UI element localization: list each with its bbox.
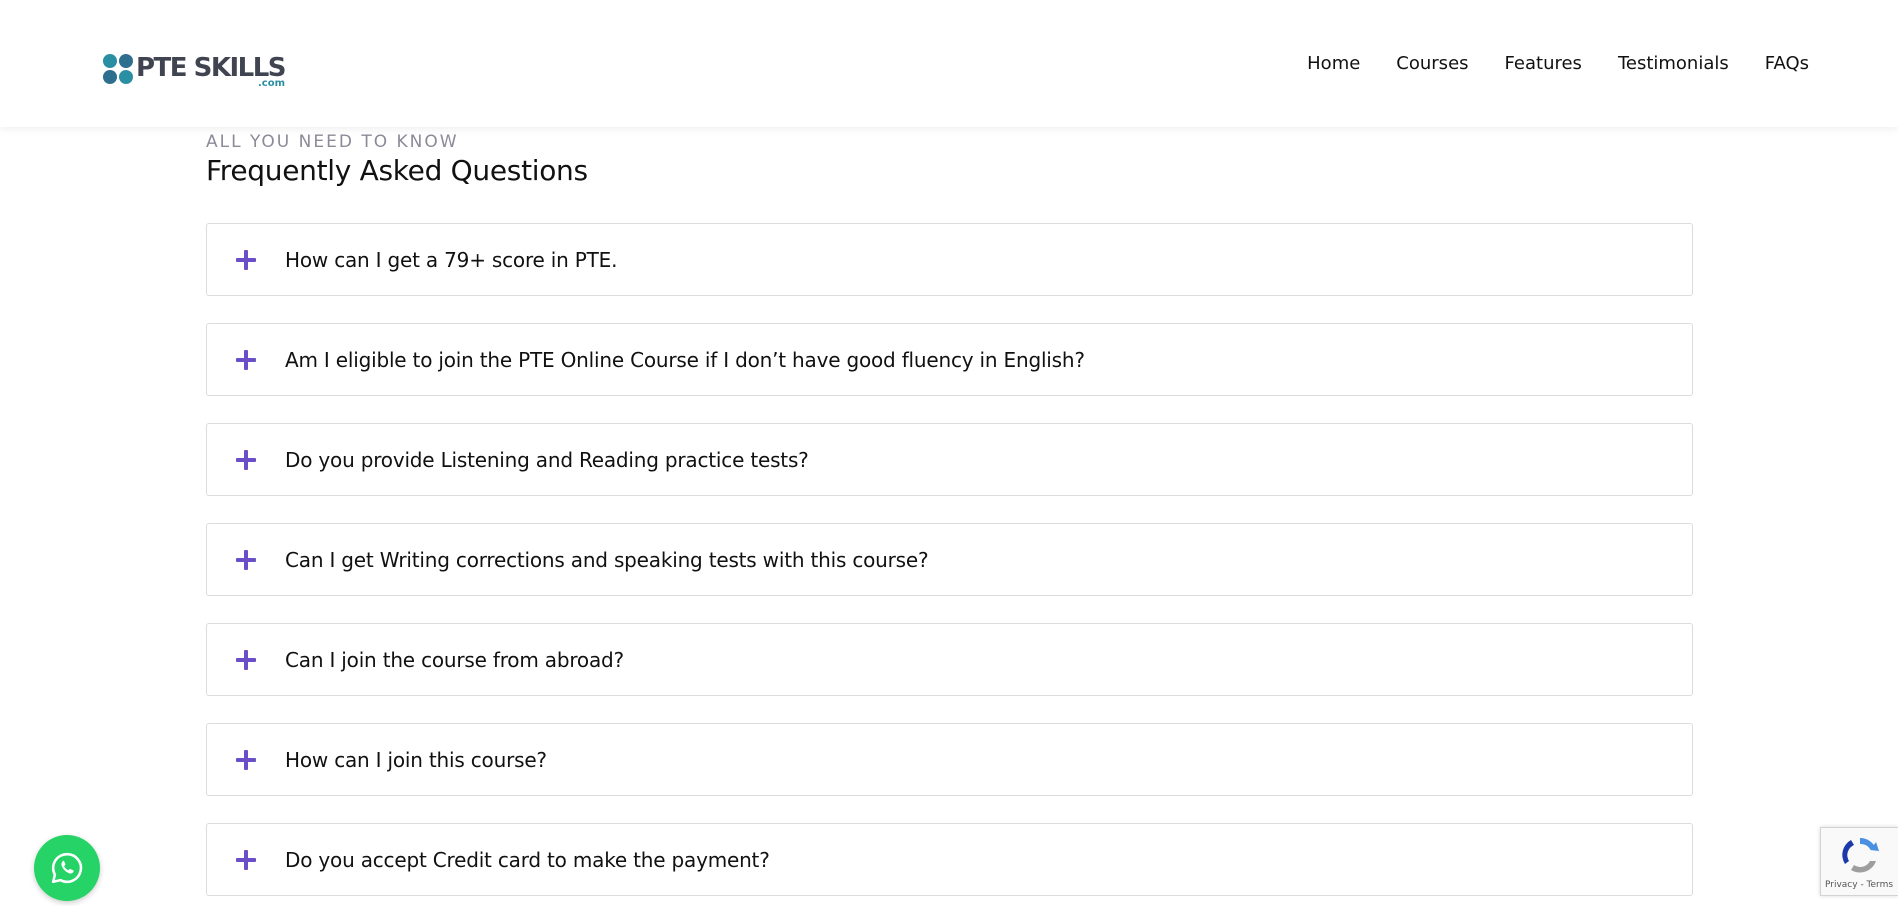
recaptcha-icon [1842, 837, 1879, 873]
faq-list: How can I get a 79+ score in PTE. Am I e… [206, 223, 1693, 906]
section-title: Frequently Asked Questions [206, 154, 588, 187]
plus-icon [236, 449, 256, 470]
nav-testimonials[interactable]: Testimonials [1618, 52, 1729, 76]
faq-question: Am I eligible to join the PTE Online Cou… [285, 347, 1085, 372]
plus-icon [236, 249, 256, 270]
faq-item[interactable]: Can I get Writing corrections and speaki… [206, 523, 1693, 596]
recaptcha-links[interactable]: Privacy - Terms [1825, 880, 1893, 890]
logo-text: PTE SKILLS .com [136, 54, 287, 90]
site-logo[interactable]: PTE SKILLS .com [103, 54, 287, 90]
nav-faqs[interactable]: FAQs [1765, 52, 1809, 76]
plus-icon [236, 549, 256, 570]
faq-item[interactable]: How can I get a 79+ score in PTE. [206, 223, 1693, 296]
faq-question: Do you provide Listening and Reading pra… [285, 447, 809, 472]
plus-icon [236, 349, 256, 370]
faq-question: Do you accept Credit card to make the pa… [285, 847, 770, 872]
logo-mark-icon [103, 54, 134, 85]
nav-courses[interactable]: Courses [1396, 52, 1468, 76]
faq-question: How can I join this course? [285, 747, 547, 772]
section-eyebrow: ALL YOU NEED TO KNOW [206, 132, 459, 152]
whatsapp-chat-button[interactable] [34, 835, 100, 901]
nav-features[interactable]: Features [1505, 52, 1582, 76]
faq-question: Can I join the course from abroad? [285, 647, 624, 672]
site-header: PTE SKILLS .com Home Courses Features Te… [0, 0, 1898, 127]
recaptcha-badge[interactable]: Privacy - Terms [1820, 827, 1898, 896]
whatsapp-icon [51, 852, 83, 884]
faq-question: How can I get a 79+ score in PTE. [285, 247, 618, 272]
faq-item[interactable]: Do you accept Credit card to make the pa… [206, 823, 1693, 896]
faq-item[interactable]: How can I join this course? [206, 723, 1693, 796]
logo-sub: .com [257, 78, 286, 89]
plus-icon [236, 849, 256, 870]
plus-icon [236, 749, 256, 770]
nav-home[interactable]: Home [1307, 52, 1360, 76]
faq-item[interactable]: Am I eligible to join the PTE Online Cou… [206, 323, 1693, 396]
faq-question: Can I get Writing corrections and speaki… [285, 547, 929, 572]
plus-icon [236, 649, 256, 670]
faq-item[interactable]: Do you provide Listening and Reading pra… [206, 423, 1693, 496]
main-nav: Home Courses Features Testimonials FAQs [1307, 52, 1809, 76]
faq-item[interactable]: Can I join the course from abroad? [206, 623, 1693, 696]
